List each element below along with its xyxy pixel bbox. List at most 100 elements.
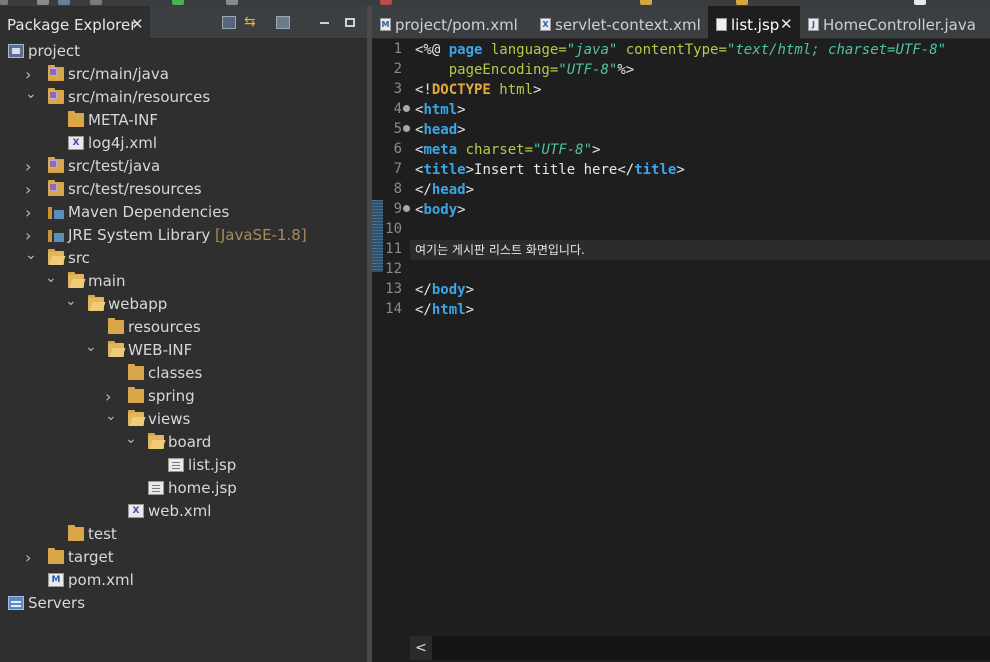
link-with-editor-icon[interactable]: ⇆: [244, 15, 258, 29]
tree-item[interactable]: home.jsp: [0, 477, 367, 500]
code-line[interactable]: </html>: [415, 300, 474, 320]
tree-item[interactable]: project: [0, 40, 367, 63]
tree-item[interactable]: › src/test/resources: [0, 178, 367, 201]
tree-item[interactable]: resources: [0, 316, 367, 339]
pom-file-icon: M: [380, 18, 391, 31]
fold-toggle-icon[interactable]: [403, 105, 410, 112]
tree-item-label: src/main/resources: [68, 88, 211, 106]
tree-item-text: list.jsp: [188, 454, 236, 477]
code-token: "UTF-8": [533, 142, 593, 158]
chevron-down-icon[interactable]: ⌄: [105, 408, 117, 431]
code-line[interactable]: </body>: [415, 280, 474, 300]
tree-item-label: webapp: [108, 295, 168, 313]
close-icon[interactable]: ✕: [780, 15, 793, 33]
tree-item[interactable]: › spring: [0, 385, 367, 408]
tree-item[interactable]: › target: [0, 546, 367, 569]
tree-item[interactable]: › JRE System Library [JavaSE-1.8]: [0, 224, 367, 247]
code-line[interactable]: <title>Insert title here</title>: [415, 160, 685, 180]
tree-item-text: src/test/resources: [68, 178, 202, 201]
tree-item[interactable]: › src/test/java: [0, 155, 367, 178]
code-token: %>: [617, 62, 635, 78]
tree-item-label: classes: [148, 364, 203, 382]
chevron-right-icon[interactable]: ›: [25, 201, 37, 224]
collapse-all-icon[interactable]: [222, 16, 236, 29]
chevron-right-icon[interactable]: ›: [25, 63, 37, 86]
code-token: head: [423, 122, 458, 138]
tree-item[interactable]: ⌄ WEB-INF: [0, 339, 367, 362]
code-line[interactable]: <meta charset="UTF-8">: [415, 140, 600, 160]
chevron-right-icon[interactable]: ›: [105, 385, 117, 408]
tree-item-label: META-INF: [88, 111, 159, 129]
fold-toggle-icon[interactable]: [403, 125, 410, 132]
tree-item[interactable]: Xlog4j.xml: [0, 132, 367, 155]
code-token: "text/html; charset=UTF-8": [726, 42, 947, 58]
code-token: Insert title here: [474, 162, 618, 178]
code-line[interactable]: <body>: [415, 200, 466, 220]
library-icon: [48, 228, 64, 242]
chevron-down-icon[interactable]: ⌄: [125, 431, 137, 454]
maximize-icon[interactable]: [345, 18, 355, 27]
package-explorer-tab[interactable]: Package Explorer ✕: [0, 6, 150, 39]
tree-item[interactable]: list.jsp: [0, 454, 367, 477]
tree-item[interactable]: META-INF: [0, 109, 367, 132]
code-token: html: [423, 102, 458, 118]
tree-item[interactable]: ⌄ src: [0, 247, 367, 270]
tree-item-label: Maven Dependencies: [68, 203, 230, 221]
tree-item[interactable]: › src/main/java: [0, 63, 367, 86]
tree-item-text: web.xml: [148, 500, 211, 523]
chevron-down-icon[interactable]: ⌄: [25, 247, 37, 270]
code-line[interactable]: </head>: [415, 180, 474, 200]
close-icon[interactable]: ✕: [131, 15, 144, 33]
chevron-right-icon[interactable]: ›: [25, 546, 37, 569]
view-menu-icon[interactable]: [276, 16, 290, 29]
folder-icon: [68, 525, 84, 541]
editor-tab[interactable]: Mproject/pom.xml: [372, 6, 518, 39]
code-line[interactable]: <!DOCTYPE html>: [415, 80, 541, 100]
tree-item[interactable]: Xweb.xml: [0, 500, 367, 523]
tree-item[interactable]: ⌄ main: [0, 270, 367, 293]
package-folder-icon: [48, 65, 64, 81]
editor-tab[interactable]: Xservlet-context.xml: [532, 6, 701, 39]
tree-item[interactable]: ⌄ webapp: [0, 293, 367, 316]
fold-toggle-icon[interactable]: [403, 205, 410, 212]
code-token: "java": [566, 42, 626, 58]
tree-item[interactable]: classes: [0, 362, 367, 385]
code-token: >: [465, 182, 475, 198]
code-line[interactable]: 여기는 게시판 리스트 화면입니다.: [410, 240, 990, 260]
chevron-right-icon[interactable]: ›: [25, 155, 37, 178]
tree-item[interactable]: Mpom.xml: [0, 569, 367, 592]
jsp-file-icon: [716, 18, 727, 31]
editor-tab[interactable]: list.jsp ✕: [708, 6, 800, 39]
code-token: charset=: [465, 142, 534, 158]
minimize-icon[interactable]: [318, 16, 332, 29]
tree-item[interactable]: ⌄ views: [0, 408, 367, 431]
code-line[interactable]: <head>: [415, 120, 466, 140]
chevron-down-icon[interactable]: ⌄: [65, 293, 77, 316]
tree-item-label: target: [68, 548, 114, 566]
horizontal-scrollbar[interactable]: <: [410, 636, 990, 660]
code-area[interactable]: 1 <%@ page language="java" contentType="t…: [372, 40, 990, 628]
editor-tab-label: project/pom.xml: [395, 16, 518, 34]
code-line[interactable]: <html>: [415, 100, 466, 120]
folder-icon: [68, 111, 84, 127]
code-line[interactable]: <%@ page language="java" contentType="te…: [415, 40, 946, 60]
chevron-down-icon[interactable]: ⌄: [25, 86, 37, 109]
chevron-right-icon[interactable]: ›: [25, 178, 37, 201]
tree-item[interactable]: ⌄ src/main/resources: [0, 86, 367, 109]
tree-item-label: JRE System Library: [68, 226, 211, 244]
line-number: 14: [385, 301, 402, 317]
chevron-right-icon[interactable]: ›: [25, 224, 37, 247]
tree-item[interactable]: › Maven Dependencies: [0, 201, 367, 224]
chevron-down-icon[interactable]: ⌄: [45, 270, 57, 293]
scroll-left-arrow-icon[interactable]: <: [410, 636, 432, 660]
code-line[interactable]: pageEncoding="UTF-8"%>: [415, 60, 634, 80]
tree-item[interactable]: Servers: [0, 592, 367, 615]
tree-item[interactable]: test: [0, 523, 367, 546]
tree-item-text: resources: [128, 316, 201, 339]
code-token: html: [431, 302, 466, 318]
tree-item-text: META-INF: [88, 109, 158, 132]
chevron-down-icon[interactable]: ⌄: [85, 339, 97, 362]
code-token: page: [448, 42, 491, 58]
editor-tab[interactable]: J HomeController.java: [800, 6, 990, 39]
tree-item[interactable]: ⌄ board: [0, 431, 367, 454]
